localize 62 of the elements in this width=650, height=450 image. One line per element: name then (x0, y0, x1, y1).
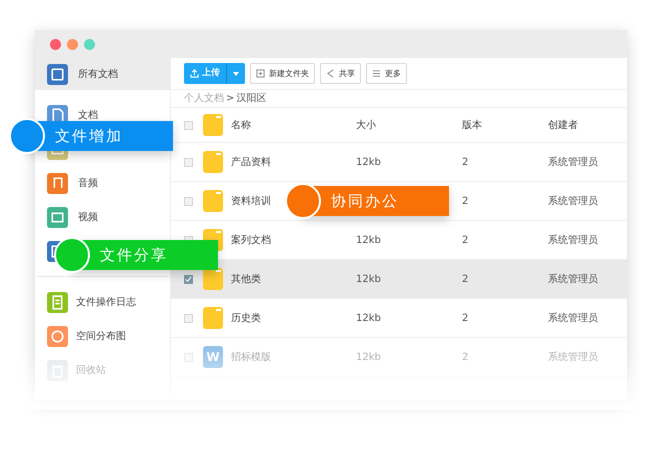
audio-icon (47, 172, 68, 194)
version-cell-text: 2 (462, 272, 470, 286)
folder-icon (203, 190, 223, 212)
folder-icon (203, 114, 223, 136)
file-name[interactable]: 案列文档 (231, 232, 356, 248)
folder-plus-icon (256, 69, 265, 78)
sidebar-item[interactable]: 音频 (35, 166, 170, 200)
minimize-icon[interactable] (67, 38, 78, 50)
checkbox[interactable] (184, 196, 193, 206)
file-size: 12kb (356, 352, 381, 362)
log-icon (47, 292, 68, 312)
version-cell-text: 2 (462, 194, 470, 208)
breadcrumb-separator: > (226, 92, 234, 106)
maximize-icon[interactable] (84, 38, 95, 50)
column-header: 版本 (462, 118, 483, 132)
dropdown-button[interactable] (226, 63, 245, 84)
folder-icon (203, 307, 223, 329)
file-size: 12kb (356, 274, 381, 284)
file-size: 12kb (356, 156, 381, 168)
checkbox[interactable] (184, 120, 193, 130)
breadcrumb-current: 汉阳区 (236, 92, 266, 106)
checkbox[interactable] (184, 314, 193, 322)
column-header: 大小 (356, 118, 377, 132)
sidebar-item[interactable]: 视频 (35, 200, 170, 234)
video-icon (47, 206, 68, 228)
creator-cell-text: 系统管理员 (548, 234, 599, 248)
checkbox[interactable] (184, 274, 193, 284)
creator-cell-text: 系统管理员 (548, 194, 599, 208)
version-cell-text: 2 (462, 156, 470, 170)
sidebar-item[interactable]: 所有文档 (35, 58, 170, 90)
table-row[interactable]: 历史类 12kb 2 系统管理员 (171, 299, 627, 338)
file-name[interactable]: 历史类 (231, 310, 356, 326)
more-button[interactable]: 更多 (366, 63, 407, 84)
table-row[interactable]: 其他类 12kb 2 系统管理员 (171, 260, 627, 299)
share-icon (326, 69, 335, 78)
file-size: 12kb (356, 312, 381, 324)
version-cell-text: 2 (462, 312, 470, 326)
folder-icon (203, 268, 223, 290)
creator-cell-text: 系统管理员 (548, 350, 599, 364)
column-header: 名称 (231, 118, 252, 132)
chart-icon (47, 326, 68, 346)
sidebar-tool[interactable]: 文件操作日志 (35, 285, 170, 319)
creator-cell-text: 系统管理员 (548, 272, 599, 286)
sidebar-tool[interactable]: 空间分布图 (35, 319, 170, 353)
new-folder-button[interactable]: 新建文件夹 (250, 63, 315, 84)
file-size: 12kb (356, 234, 381, 246)
table-row[interactable]: 产品资料 12kb 2 系统管理员 (171, 143, 627, 182)
checkbox[interactable] (184, 158, 193, 166)
upload-icon (190, 69, 199, 78)
close-icon[interactable] (50, 38, 61, 50)
folder-icon (203, 151, 223, 173)
file-name[interactable]: 产品资料 (231, 154, 356, 170)
share-button[interactable]: 共享 (320, 63, 361, 84)
column-header: 创建者 (548, 118, 579, 132)
creator-cell-text: 系统管理员 (548, 312, 599, 326)
caret-icon (233, 72, 239, 76)
version-cell-text: 2 (462, 350, 470, 364)
creator-cell-text: 系统管理员 (548, 156, 599, 170)
all-icon (47, 64, 68, 84)
menu-icon (372, 69, 381, 78)
file-name[interactable]: 其他类 (231, 272, 356, 286)
version-cell-text: 2 (462, 234, 470, 248)
